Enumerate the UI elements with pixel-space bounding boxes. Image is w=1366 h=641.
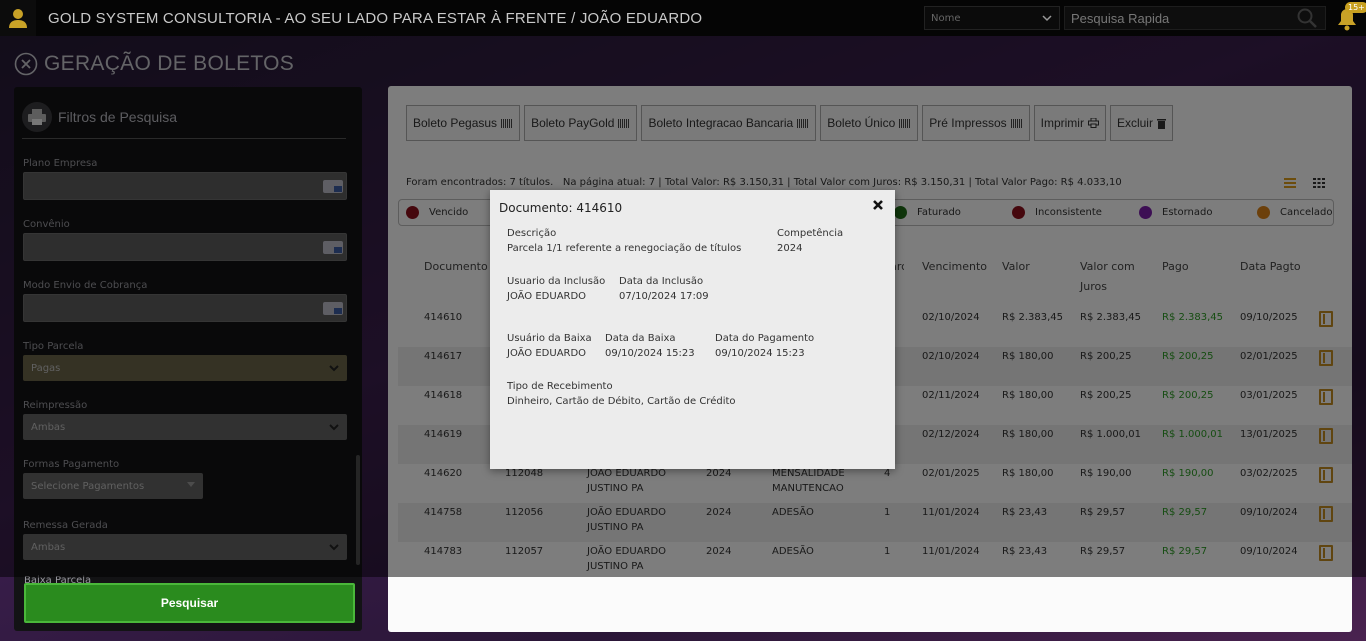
usuario-baixa-value: JOÃO EDUARDO [507, 348, 587, 359]
competencia-label: Competência [777, 228, 844, 239]
close-icon[interactable] [871, 198, 885, 212]
search-field-select-value: Nome [931, 12, 961, 24]
competencia-value: 2024 [777, 243, 803, 254]
descricao-label: Descrição [507, 228, 557, 239]
data-baixa-value: 09/10/2024 15:23 [605, 348, 695, 359]
pesquisar-button[interactable]: Pesquisar [24, 583, 355, 623]
usuario-baixa-label: Usuário da Baixa [507, 333, 592, 344]
search-field-select[interactable]: Nome [924, 6, 1060, 30]
data-pagamento-value: 09/10/2024 15:23 [715, 348, 805, 359]
pesquisar-label: Pesquisar [160, 596, 219, 610]
data-baixa-label: Data da Baixa [605, 333, 676, 344]
user-icon[interactable] [0, 0, 36, 36]
quick-search-input[interactable]: Pesquisa Rapida [1064, 6, 1326, 30]
top-bar: GOLD SYSTEM CONSULTORIA - AO SEU LADO PA… [0, 0, 1366, 36]
app-title: GOLD SYSTEM CONSULTORIA - AO SEU LADO PA… [48, 9, 703, 27]
tipo-recebimento-label: Tipo de Recebimento [507, 381, 613, 392]
notification-badge: 15+ [1345, 2, 1366, 13]
descricao-value: Parcela 1/1 referente a renegociação de … [507, 243, 742, 254]
modal-title: Documento: 414610 [499, 201, 623, 215]
tipo-recebimento-value: Dinheiro, Cartão de Débito, Cartão de Cr… [507, 396, 736, 407]
document-detail-modal: Documento: 414610 Descrição Parcela 1/1 … [490, 190, 895, 469]
data-pagamento-label: Data do Pagamento [715, 333, 815, 344]
data-inclusao-label: Data da Inclusão [619, 276, 704, 287]
usuario-inclusao-label: Usuario da Inclusão [507, 276, 606, 287]
search-icon[interactable] [1296, 7, 1318, 29]
usuario-inclusao-value: JOÃO EDUARDO [507, 291, 587, 302]
data-inclusao-value: 07/10/2024 17:09 [619, 291, 709, 302]
chevron-down-icon [1042, 15, 1052, 22]
